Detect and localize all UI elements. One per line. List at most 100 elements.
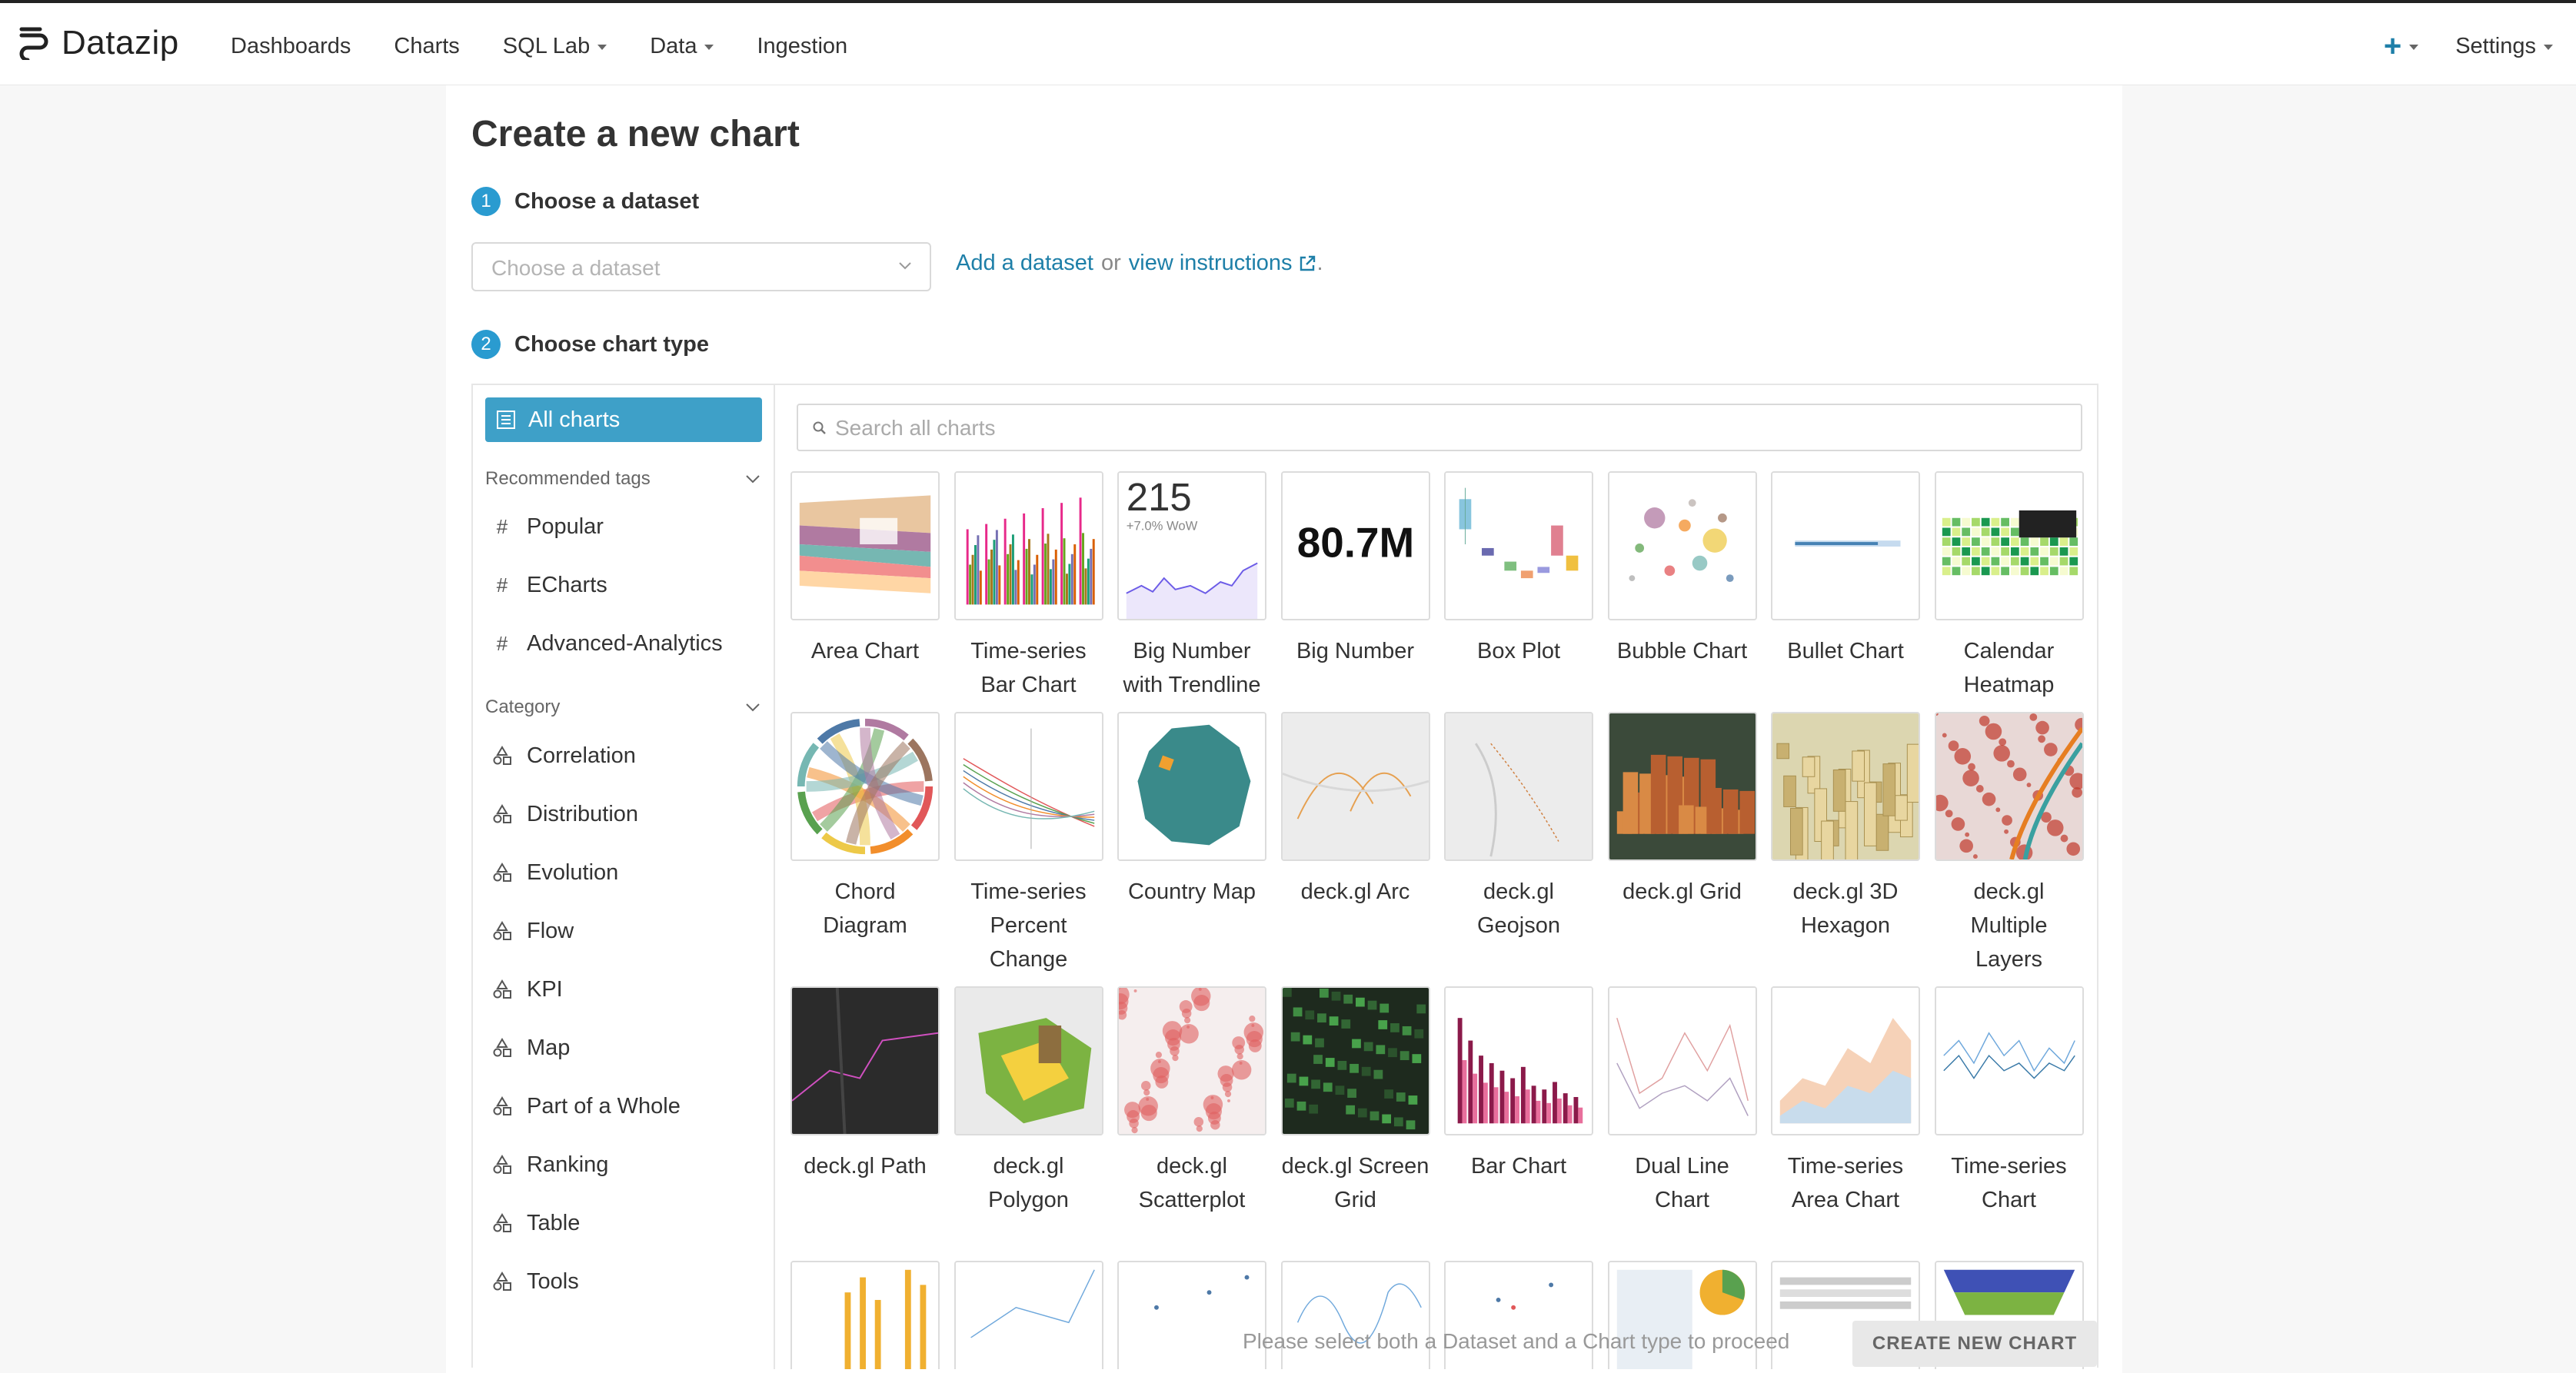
sidebar-category-ranking[interactable]: Ranking — [491, 1145, 608, 1184]
chart-thumbnail — [1444, 712, 1593, 861]
create-new-chart-button[interactable]: CREATE NEW CHART — [1852, 1321, 2097, 1367]
sidebar-category-kpi[interactable]: KPI — [491, 970, 563, 1009]
chart-type-label: Dual Line Chart — [1635, 1154, 1729, 1212]
chart-type-time-series-chart[interactable]: Time-series Chart — [1934, 986, 2084, 1217]
main-nav: Dashboards Charts SQL Lab Data Ingestion — [231, 28, 890, 65]
chart-type-deck-gl-path[interactable]: deck.gl Path — [790, 986, 940, 1183]
chart-type-country-map[interactable]: Country Map — [1117, 712, 1266, 909]
chart-type-label: Time-series Chart — [1951, 1154, 2067, 1212]
brand-logo[interactable]: Datazip — [17, 20, 179, 66]
chart-type-label: Time-series Percent Change — [970, 879, 1087, 972]
chart-type-time-series-bar-chart[interactable]: Time-series Bar Chart — [954, 471, 1103, 702]
chart-type-chord-diagram[interactable]: Chord Diagram — [790, 712, 940, 942]
sidebar-item-label: KPI — [527, 976, 563, 1002]
sidebar-item-label: Popular — [527, 514, 604, 539]
chart-type-deck-gl-3d-hexagon[interactable]: deck.gl 3D Hexagon — [1771, 712, 1920, 942]
view-instructions-link[interactable]: view instructions — [1129, 251, 1293, 276]
chart-thumbnail-image: 80.7M — [1282, 473, 1429, 619]
chart-thumbnail — [954, 712, 1103, 861]
chart-type-more-24[interactable] — [790, 1261, 940, 1369]
big-number-value: 215 — [1127, 475, 1192, 519]
chart-type-big-number-with-trendline[interactable]: 215 +7.0% WoW Big Number with Trendline — [1117, 471, 1266, 702]
sidebar-item-label: Distribution — [527, 801, 639, 826]
big-number-value: 80.7M — [1296, 519, 1413, 567]
chart-thumbnail: 215 +7.0% WoW — [1117, 471, 1266, 620]
chart-type-big-number[interactable]: 80.7M Big Number — [1280, 471, 1430, 668]
chart-type-deck-gl-geojson[interactable]: deck.gl Geojson — [1444, 712, 1593, 942]
chart-thumbnail-image — [955, 473, 1102, 619]
sidebar-item-label: Advanced-Analytics — [527, 630, 723, 656]
chart-type-label: deck.gl Grid — [1622, 879, 1742, 904]
sidebar-tag-popular[interactable]: # Popular — [491, 507, 604, 546]
add-dataset-link[interactable]: Add a dataset — [956, 251, 1093, 276]
sidebar-category-table[interactable]: Table — [491, 1204, 580, 1242]
settings-menu[interactable]: Settings — [2455, 34, 2553, 59]
chart-type-deck-gl-multiple-layers[interactable]: deck.gl Multiple Layers — [1934, 712, 2084, 976]
nav-sql-lab[interactable]: SQL Lab — [503, 28, 607, 65]
nav-data[interactable]: Data — [650, 28, 714, 65]
chart-type-label: Chord Diagram — [823, 879, 907, 938]
shapes-icon — [493, 804, 511, 823]
chart-thumbnail — [790, 986, 940, 1135]
chart-type-bubble-chart[interactable]: Bubble Chart — [1607, 471, 1757, 668]
chart-thumbnail-image — [1935, 713, 2082, 859]
chart-type-chooser: All charts Recommended tags # Popular # EC… — [471, 384, 2098, 1369]
chart-type-deck-gl-arc[interactable]: deck.gl Arc — [1280, 712, 1430, 909]
chart-thumbnail-image — [1282, 713, 1429, 859]
chart-type-label: deck.gl 3D Hexagon — [1792, 879, 1899, 938]
nav-charts[interactable]: Charts — [394, 28, 459, 65]
section-header-label: Category — [485, 696, 561, 717]
chart-search-box[interactable] — [797, 404, 2082, 451]
chart-type-time-series-percent-change[interactable]: Time-series Percent Change — [954, 712, 1103, 976]
sidebar-category-tools[interactable]: Tools — [491, 1262, 579, 1301]
sidebar-tag-advanced-analytics[interactable]: # Advanced-Analytics — [491, 624, 723, 663]
sidebar-item-all-charts[interactable]: All charts — [485, 397, 762, 442]
chart-type-label: deck.gl Path — [804, 1154, 927, 1179]
chart-thumbnail-image — [1119, 713, 1265, 859]
chart-thumbnail — [790, 1261, 940, 1369]
chart-type-calendar-heatmap[interactable]: Calendar Heatmap — [1934, 471, 2084, 702]
chart-thumbnail — [1934, 986, 2084, 1135]
chart-type-deck-gl-grid[interactable]: deck.gl Grid — [1607, 712, 1757, 909]
chart-type-label: deck.gl Geojson — [1476, 879, 1560, 938]
nav-ingestion-label: Ingestion — [757, 33, 848, 58]
sidebar-category-flow[interactable]: Flow — [491, 912, 574, 950]
category-header[interactable]: Category — [485, 692, 762, 723]
sidebar-category-map[interactable]: Map — [491, 1029, 570, 1067]
chart-thumbnail — [954, 986, 1103, 1135]
chart-type-deck-gl-screen-grid[interactable]: deck.gl Screen Grid — [1280, 986, 1430, 1217]
chart-type-deck-gl-scatterplot[interactable]: deck.gl Scatterplot — [1117, 986, 1266, 1217]
new-item-menu[interactable]: + — [2384, 29, 2419, 64]
chart-type-label: Time-series Area Chart — [1787, 1154, 1904, 1212]
step-label: Choose a dataset — [514, 188, 700, 214]
chart-type-bar-chart[interactable]: Bar Chart — [1444, 986, 1593, 1183]
chart-thumbnail — [1771, 986, 1920, 1135]
period-text: . — [1316, 251, 1323, 275]
recommended-tags-header[interactable]: Recommended tags — [485, 464, 762, 494]
chart-type-time-series-area-chart[interactable]: Time-series Area Chart — [1771, 986, 1920, 1217]
chart-thumbnail — [1607, 986, 1757, 1135]
chart-type-more-25[interactable] — [954, 1261, 1103, 1369]
chart-type-area-chart[interactable]: Area Chart — [790, 471, 940, 668]
chart-type-label: Time-series Bar Chart — [970, 639, 1087, 697]
chart-type-label: Calendar Heatmap — [1963, 639, 2055, 697]
sidebar-category-evolution[interactable]: Evolution — [491, 853, 618, 892]
chart-type-dual-line-chart[interactable]: Dual Line Chart — [1607, 986, 1757, 1217]
sidebar-category-part-of-a-whole[interactable]: Part of a Whole — [491, 1087, 681, 1125]
nav-dashboards[interactable]: Dashboards — [231, 28, 351, 65]
external-link-icon[interactable] — [1297, 254, 1317, 274]
chart-search-input[interactable] — [835, 414, 2050, 442]
sidebar-tag-echarts[interactable]: # ECharts — [491, 566, 607, 604]
sidebar-category-correlation[interactable]: Correlation — [491, 736, 636, 775]
nav-ingestion[interactable]: Ingestion — [757, 28, 847, 65]
hash-icon: # — [496, 573, 508, 597]
shapes-icon — [493, 746, 511, 765]
sidebar-category-distribution[interactable]: Distribution — [491, 795, 638, 833]
dataset-select[interactable]: Choose a dataset — [471, 242, 931, 291]
caret-down-icon — [704, 44, 714, 50]
chart-type-bullet-chart[interactable]: Bullet Chart — [1771, 471, 1920, 668]
chart-type-deck-gl-polygon[interactable]: deck.gl Polygon — [954, 986, 1103, 1217]
chart-thumbnail-image — [1609, 988, 1756, 1134]
chart-type-box-plot[interactable]: Box Plot — [1444, 471, 1593, 668]
dataset-select-placeholder: Choose a dataset — [491, 256, 661, 280]
